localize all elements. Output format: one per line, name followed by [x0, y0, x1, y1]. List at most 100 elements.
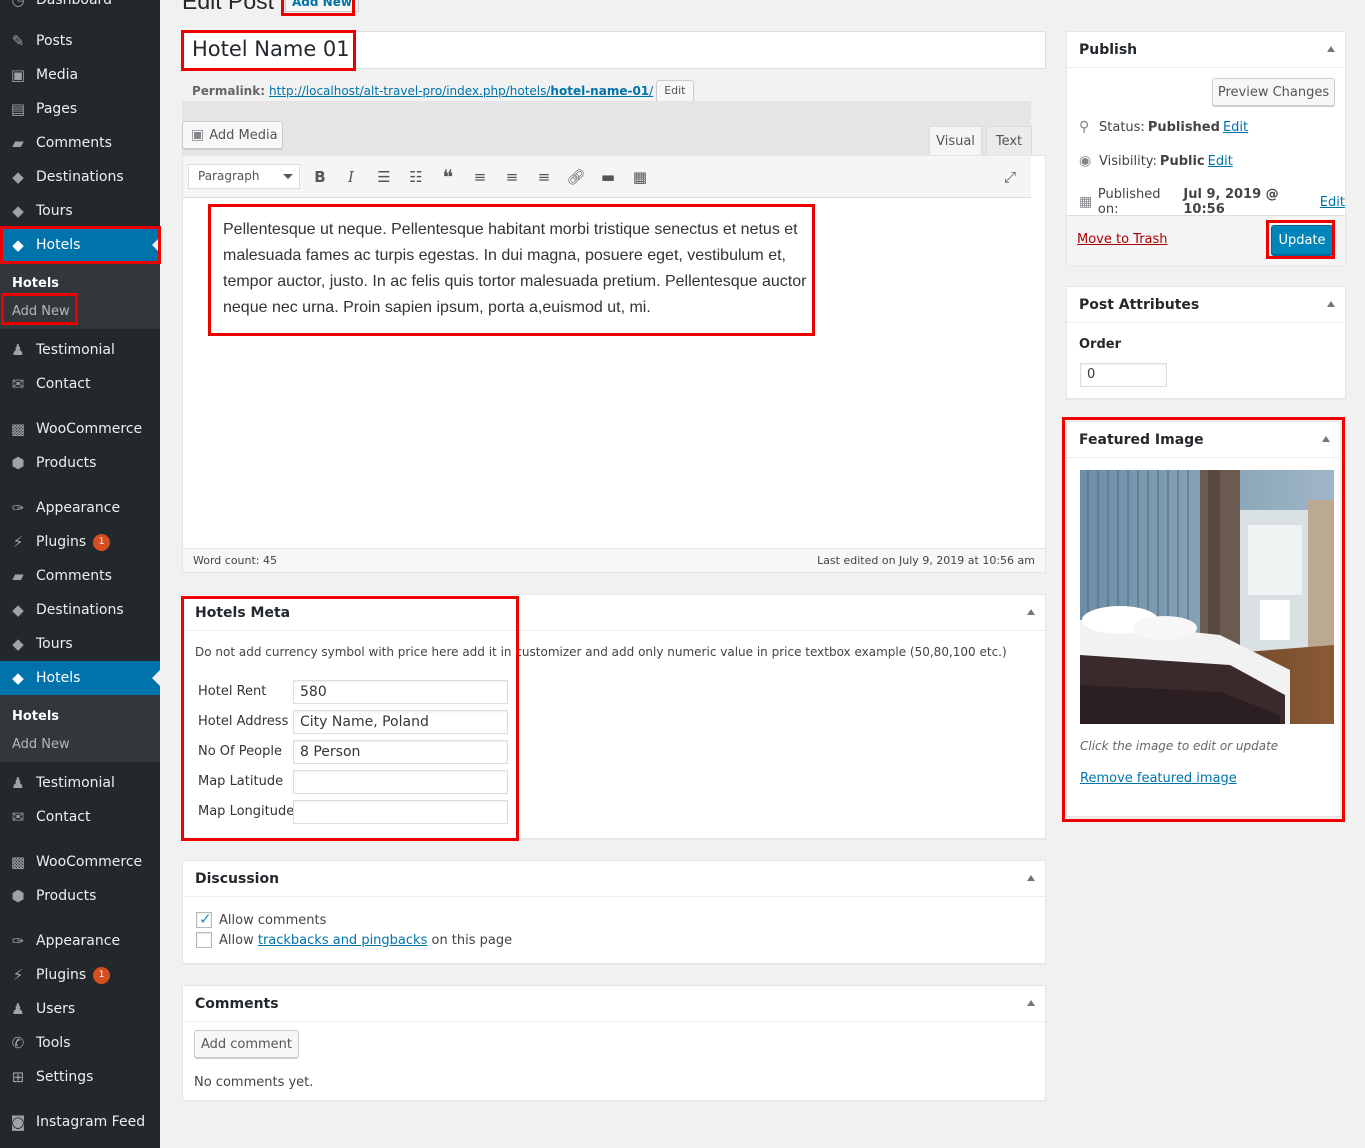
user-icon: ♟: [11, 1000, 25, 1018]
collapse-arrow-icon[interactable]: [1027, 1000, 1035, 1006]
collapse-arrow-icon[interactable]: [1027, 609, 1035, 615]
menu-hotels[interactable]: ◆ Hotels: [0, 228, 160, 262]
menu-users[interactable]: ♟ Users: [0, 992, 160, 1026]
menu-comments-2[interactable]: ▰ Comments: [0, 559, 160, 593]
tab-text[interactable]: Text: [986, 126, 1032, 155]
status-row: ⚲ Status: Published Edit: [1079, 119, 1249, 135]
update-count-badge: 1: [93, 966, 111, 984]
collapse-arrow-icon[interactable]: [1322, 436, 1330, 442]
align-left-icon[interactable]: ≡: [467, 165, 493, 189]
hotel-address-input[interactable]: City Name, Poland: [293, 710, 508, 734]
remove-featured-image-link[interactable]: Remove featured image: [1080, 771, 1237, 786]
bulleted-list-icon[interactable]: ☰: [371, 165, 397, 189]
menu-posts[interactable]: ✎ Posts: [0, 24, 160, 58]
italic-icon[interactable]: I: [338, 165, 364, 189]
menu-media[interactable]: ▣ Media: [0, 58, 160, 92]
fullscreen-icon[interactable]: ⤢: [997, 165, 1023, 189]
allow-comments-checkbox[interactable]: [196, 910, 212, 928]
numbered-list-icon[interactable]: ☷: [403, 165, 429, 189]
menu-contact[interactable]: ✉ Contact: [0, 367, 160, 401]
post-content[interactable]: Pellentesque ut neque. Pellentesque habi…: [223, 217, 813, 321]
menu-testimonial[interactable]: ♟ Testimonial: [0, 333, 160, 367]
menu-tours[interactable]: ◆ Tours: [0, 194, 160, 228]
hotel-rent-input[interactable]: 580: [293, 680, 508, 704]
graduation-cap-icon: ◆: [12, 601, 24, 619]
read-more-icon[interactable]: ▬: [595, 165, 621, 189]
comments-box: Comments Add comment No comments yet.: [182, 985, 1046, 1101]
comments-header[interactable]: Comments: [183, 986, 1045, 1022]
tab-visual[interactable]: Visual: [929, 126, 982, 155]
menu-instagram-feed[interactable]: ◙ Instagram Feed: [0, 1105, 160, 1139]
graduation-cap-icon: ◆: [12, 669, 24, 687]
update-count-badge: 1: [93, 533, 111, 551]
add-comment-button[interactable]: Add comment: [194, 1030, 299, 1058]
menu-settings[interactable]: ⊞ Settings: [0, 1060, 160, 1094]
submenu-add-new-2[interactable]: Add New: [12, 737, 70, 752]
collapse-arrow-icon[interactable]: [1327, 301, 1335, 307]
menu-appearance[interactable]: ✑ Appearance: [0, 491, 160, 525]
update-button[interactable]: Update: [1271, 225, 1333, 255]
menu-dashboard[interactable]: ◷ Dashboard: [0, 0, 160, 17]
menu-products[interactable]: ⬢ Products: [0, 446, 160, 480]
submenu-add-new[interactable]: Add New: [12, 304, 70, 319]
allow-trackbacks-checkbox[interactable]: [196, 932, 212, 948]
map-longitude-input[interactable]: [293, 800, 508, 824]
post-title-input[interactable]: Hotel Name 01: [192, 37, 350, 61]
blockquote-icon[interactable]: ❝: [435, 165, 461, 189]
menu-plugins[interactable]: ⚡ Plugins 1: [0, 525, 160, 559]
status-edit-link[interactable]: Edit: [1223, 120, 1248, 135]
menu-tools[interactable]: ✆ Tools: [0, 1026, 160, 1060]
discussion-header[interactable]: Discussion: [183, 861, 1045, 897]
post-attributes-header[interactable]: Post Attributes: [1067, 287, 1345, 323]
permalink-edit-button[interactable]: Edit: [656, 80, 694, 102]
bold-icon[interactable]: B: [307, 165, 333, 189]
no-of-people-input[interactable]: 8 Person: [293, 740, 508, 764]
publish-title: Publish: [1079, 42, 1138, 58]
publish-actions: Move to Trash Update: [1067, 215, 1345, 265]
menu-products-2[interactable]: ⬢ Products: [0, 879, 160, 913]
menu-pages[interactable]: ▤ Pages: [0, 92, 160, 126]
submenu-hotels[interactable]: Hotels: [12, 276, 59, 291]
visibility-edit-link[interactable]: Edit: [1208, 154, 1233, 169]
align-center-icon[interactable]: ≡: [499, 165, 525, 189]
collapse-arrow-icon[interactable]: [1027, 875, 1035, 881]
map-latitude-input[interactable]: [293, 770, 508, 794]
preview-changes-button[interactable]: Preview Changes: [1212, 78, 1335, 106]
menu-contact-2[interactable]: ✉ Contact: [0, 800, 160, 834]
order-input[interactable]: 0: [1080, 363, 1167, 387]
published-on-row: ▦ Published on: Jul 9, 2019 @ 10:56 Edit: [1079, 187, 1345, 217]
menu-plugins-2[interactable]: ⚡ Plugins 1: [0, 958, 160, 992]
submenu-hotels-2[interactable]: Hotels: [12, 709, 59, 724]
format-select[interactable]: Paragraph: [188, 164, 300, 189]
add-new-button[interactable]: Add New: [285, 0, 359, 12]
brush-icon: ✑: [11, 499, 25, 517]
menu-woocommerce-2[interactable]: ▩ WooCommerce: [0, 845, 160, 879]
menu-testimonial-2[interactable]: ♟ Testimonial: [0, 766, 160, 800]
featured-image-header[interactable]: Featured Image: [1067, 422, 1340, 458]
hotels-submenu-2: Hotels Add New: [0, 695, 160, 762]
post-title-field[interactable]: Hotel Name 01: [182, 31, 1046, 69]
menu-comments[interactable]: ▰ Comments: [0, 126, 160, 160]
move-to-trash-link[interactable]: Move to Trash: [1077, 232, 1168, 247]
menu-destinations-2[interactable]: ◆ Destinations: [0, 593, 160, 627]
trackbacks-link[interactable]: trackbacks and pingbacks: [258, 933, 428, 948]
menu-woocommerce[interactable]: ▩ WooCommerce: [0, 412, 160, 446]
menu-tours-2[interactable]: ◆ Tours: [0, 627, 160, 661]
date-edit-link[interactable]: Edit: [1320, 195, 1345, 210]
toolbar-toggle-icon[interactable]: ▦: [627, 165, 653, 189]
align-right-icon[interactable]: ≡: [531, 165, 557, 189]
content-editor: Paragraph B I ☰ ☷ ❝ ≡ ≡ ≡ 🔗︎ ▬ ▦ ⤢ Pelle…: [182, 155, 1046, 573]
menu-hotels-2[interactable]: ◆ Hotels: [0, 661, 160, 695]
menu-appearance-2[interactable]: ✑ Appearance: [0, 924, 160, 958]
link-icon[interactable]: 🔗︎: [563, 165, 589, 189]
publish-header[interactable]: Publish: [1067, 32, 1345, 68]
add-media-button[interactable]: ▣ Add Media: [182, 121, 283, 149]
hotels-meta-header[interactable]: Hotels Meta: [183, 595, 1045, 631]
media-icon: ▣: [191, 127, 205, 143]
pin-icon: ⚲: [1079, 119, 1090, 135]
media-icon: ▣: [10, 66, 26, 84]
permalink-link[interactable]: http://localhost/alt-travel-pro/index.ph…: [269, 84, 653, 98]
featured-image-thumbnail[interactable]: [1080, 470, 1334, 724]
collapse-arrow-icon[interactable]: [1327, 46, 1335, 52]
menu-destinations[interactable]: ◆ Destinations: [0, 160, 160, 194]
